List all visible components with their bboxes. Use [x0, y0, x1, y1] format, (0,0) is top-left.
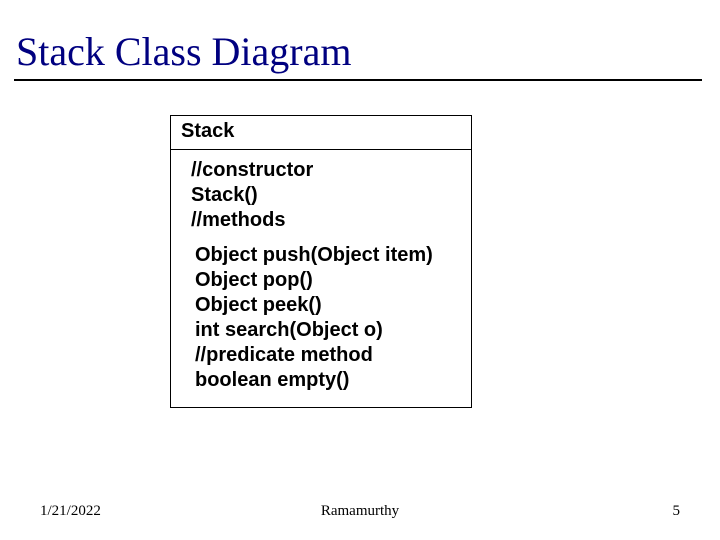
- uml-line: Object push(Object item): [195, 243, 457, 268]
- uml-class-body: //constructor Stack() //methods Object p…: [171, 150, 471, 407]
- uml-line: //predicate method: [195, 343, 457, 368]
- slide: Stack Class Diagram Stack //constructor …: [0, 0, 720, 540]
- uml-line: Object pop(): [195, 268, 457, 293]
- footer-page-number: 5: [673, 503, 681, 520]
- uml-class-box: Stack //constructor Stack() //methods Ob…: [170, 115, 472, 408]
- uml-line: Object peek(): [195, 293, 457, 318]
- uml-line: boolean empty(): [195, 368, 457, 393]
- uml-line: //constructor: [191, 158, 457, 183]
- uml-class-name: Stack: [171, 116, 471, 150]
- slide-title: Stack Class Diagram: [0, 0, 720, 79]
- uml-section-constructor: //constructor Stack() //methods: [171, 156, 471, 237]
- uml-line: int search(Object o): [195, 318, 457, 343]
- uml-line: //methods: [191, 208, 457, 233]
- footer-author: Ramamurthy: [0, 503, 720, 520]
- title-underline: [14, 79, 702, 81]
- uml-section-methods: Object push(Object item) Object pop() Ob…: [171, 237, 471, 393]
- uml-line: Stack(): [191, 183, 457, 208]
